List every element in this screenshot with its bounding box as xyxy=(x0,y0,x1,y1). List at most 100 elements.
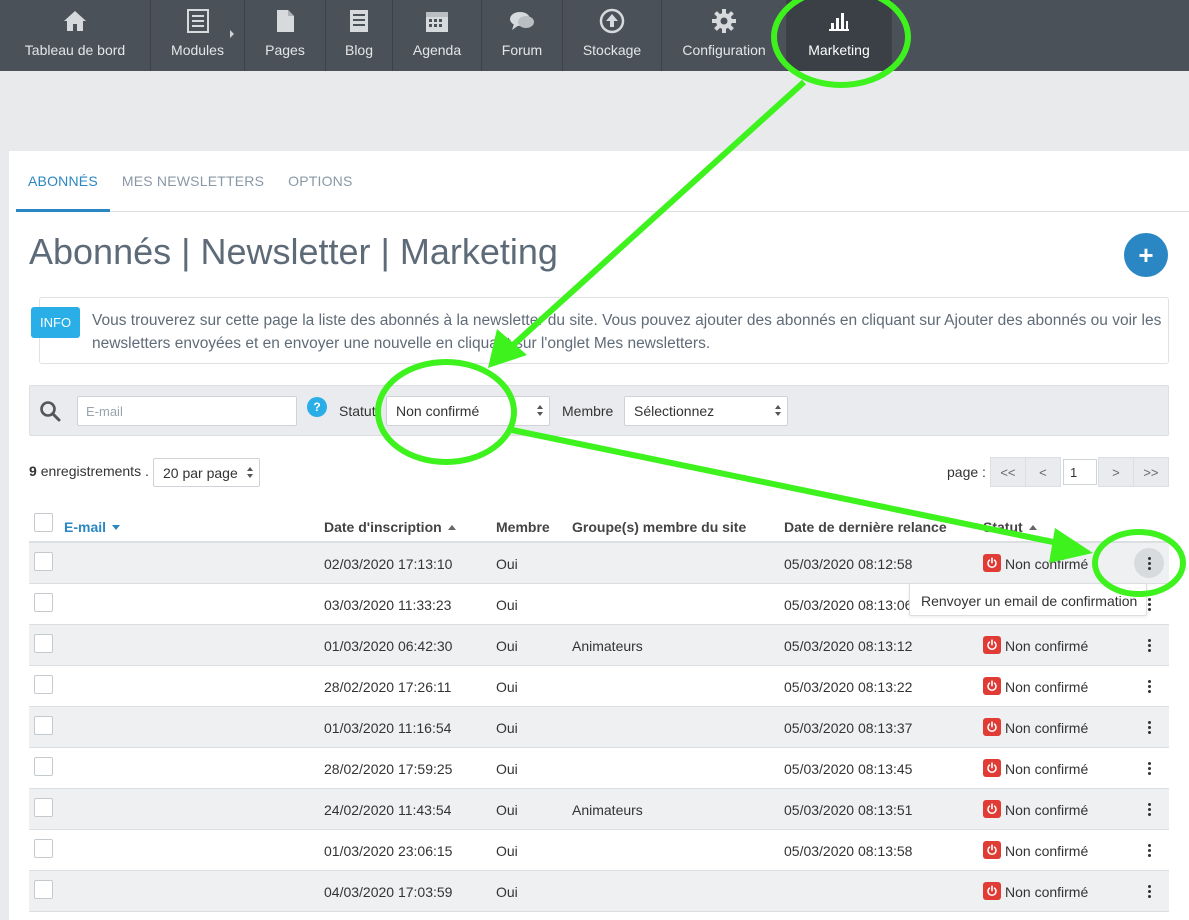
member-filter-select[interactable]: Sélectionnez xyxy=(624,396,788,426)
cell-member: Oui xyxy=(496,843,518,859)
row-actions-kebab-icon[interactable] xyxy=(1134,548,1164,578)
column-label: Statut xyxy=(983,519,1023,535)
power-icon xyxy=(983,718,1001,736)
row-actions-kebab-icon[interactable] xyxy=(1139,676,1159,696)
cell-last-reminder: 05/03/2020 08:13:22 xyxy=(784,679,913,695)
cell-last-reminder: 05/03/2020 08:13:12 xyxy=(784,638,913,654)
cell-status: Non confirmé xyxy=(1005,884,1089,900)
power-icon xyxy=(983,800,1001,818)
row-checkbox[interactable] xyxy=(34,757,53,776)
nav-item-blog[interactable]: Blog xyxy=(326,0,393,71)
nav-item-modules[interactable]: Modules xyxy=(151,0,245,71)
row-checkbox[interactable] xyxy=(34,798,53,817)
column-label: E-mail xyxy=(64,519,107,535)
next-page-button[interactable]: > xyxy=(1097,457,1134,487)
column-header-email[interactable]: E-mail xyxy=(64,519,121,535)
cell-date: 28/02/2020 17:59:25 xyxy=(324,761,453,777)
nav-item-marketing[interactable]: Marketing xyxy=(787,0,892,71)
cell-status: Non confirmé xyxy=(1005,720,1089,736)
calendar-icon xyxy=(423,7,451,35)
gear-icon xyxy=(710,7,738,35)
info-box: INFO Vous trouverez sur cette page la li… xyxy=(31,297,1169,364)
power-icon xyxy=(983,841,1001,859)
tab-options[interactable]: OPTIONS xyxy=(276,151,364,212)
email-filter-input[interactable] xyxy=(77,396,297,426)
row-actions-kebab-icon[interactable] xyxy=(1139,799,1159,819)
row-actions-kebab-icon[interactable] xyxy=(1139,717,1159,737)
search-icon[interactable] xyxy=(39,400,61,427)
power-icon xyxy=(983,677,1001,695)
nav-label: Blog xyxy=(344,42,374,58)
nav-label: Configuration xyxy=(682,42,766,58)
column-header-groups[interactable]: Groupe(s) membre du site xyxy=(572,519,746,535)
page-number-value: 1 xyxy=(1069,464,1078,480)
per-page-select[interactable]: 20 par page xyxy=(153,458,260,487)
record-count-number: 9 xyxy=(29,463,37,479)
column-header-status[interactable]: Statut xyxy=(983,519,1037,535)
row-checkbox[interactable] xyxy=(34,839,53,858)
tab-abonnes[interactable]: ABONNÉS xyxy=(16,151,110,212)
cell-date: 01/03/2020 06:42:30 xyxy=(324,638,453,654)
list-icon xyxy=(184,7,212,35)
record-count-suffix: enregistrements . xyxy=(40,463,149,479)
cell-member: Oui xyxy=(496,761,518,777)
cell-member: Oui xyxy=(496,638,518,654)
cell-status: Non confirmé xyxy=(1005,556,1089,572)
select-arrows-icon xyxy=(537,405,543,417)
tab-mes-newsletters[interactable]: MES NEWSLETTERS xyxy=(110,151,276,212)
select-all-checkbox[interactable] xyxy=(34,513,53,532)
nav-label: Modules xyxy=(171,42,224,58)
nav-item-forum[interactable]: Forum xyxy=(482,0,563,71)
column-header-date[interactable]: Date d'inscription xyxy=(324,519,456,535)
bar-chart-icon xyxy=(825,7,853,35)
row-actions-kebab-icon[interactable] xyxy=(1139,881,1159,901)
table-row: 04/03/2020 17:03:59 Oui Non confirmé xyxy=(29,871,1169,912)
cell-member: Oui xyxy=(496,556,518,572)
column-header-member[interactable]: Membre xyxy=(496,519,550,535)
select-arrows-icon xyxy=(247,467,253,479)
add-subscriber-button[interactable]: + xyxy=(1124,233,1168,277)
column-label: Date d'inscription xyxy=(324,519,442,535)
power-icon xyxy=(983,554,1001,572)
row-checkbox[interactable] xyxy=(34,716,53,735)
cell-last-reminder: 05/03/2020 08:13:06 xyxy=(784,597,913,613)
cell-group: Animateurs xyxy=(572,638,643,654)
upload-icon xyxy=(598,7,626,35)
cell-date: 01/03/2020 23:06:15 xyxy=(324,843,453,859)
cell-date: 01/03/2020 11:16:54 xyxy=(324,720,452,736)
cell-member: Oui xyxy=(496,720,518,736)
nav-item-dashboard[interactable]: Tableau de bord xyxy=(0,0,151,71)
newspaper-icon xyxy=(345,7,373,35)
column-header-last-reminder[interactable]: Date de dernière relance xyxy=(784,519,947,535)
row-actions-kebab-icon[interactable] xyxy=(1139,635,1159,655)
filter-bar: ? Statut Non confirmé Membre Sélectionne… xyxy=(29,385,1169,436)
first-page-button[interactable]: << xyxy=(989,457,1026,487)
record-count: 9 enregistrements . xyxy=(29,463,149,479)
row-actions-kebab-icon[interactable] xyxy=(1139,840,1159,860)
row-checkbox[interactable] xyxy=(34,634,53,653)
subscribers-table: E-mail Date d'inscription Membre Groupe(… xyxy=(29,508,1169,912)
home-icon xyxy=(61,7,89,35)
sort-up-icon xyxy=(1028,525,1037,530)
pagination-label: page : xyxy=(947,464,986,480)
nav-item-agenda[interactable]: Agenda xyxy=(393,0,482,71)
page-number-select[interactable]: 1 xyxy=(1062,459,1097,485)
row-checkbox[interactable] xyxy=(34,880,53,899)
cell-date: 02/03/2020 17:13:10 xyxy=(324,556,453,572)
table-row: 01/03/2020 11:16:54 Oui 05/03/2020 08:13:3… xyxy=(29,707,1169,748)
status-filter-select[interactable]: Non confirmé xyxy=(386,396,550,426)
last-page-button[interactable]: >> xyxy=(1132,457,1169,487)
row-checkbox[interactable] xyxy=(34,675,53,694)
nav-label: Forum xyxy=(501,42,543,58)
nav-item-configuration[interactable]: Configuration xyxy=(662,0,787,71)
file-icon xyxy=(271,7,299,35)
cell-date: 04/03/2020 17:03:59 xyxy=(324,884,453,900)
row-checkbox[interactable] xyxy=(34,593,53,612)
prev-page-button[interactable]: < xyxy=(1024,457,1061,487)
nav-item-pages[interactable]: Pages xyxy=(245,0,326,71)
nav-item-stockage[interactable]: Stockage xyxy=(563,0,662,71)
row-actions-kebab-icon[interactable] xyxy=(1139,758,1159,778)
resend-confirmation-tooltip[interactable]: Renvoyer un email de confirmation xyxy=(909,583,1147,616)
row-checkbox[interactable] xyxy=(34,552,53,571)
help-icon[interactable]: ? xyxy=(307,397,327,417)
